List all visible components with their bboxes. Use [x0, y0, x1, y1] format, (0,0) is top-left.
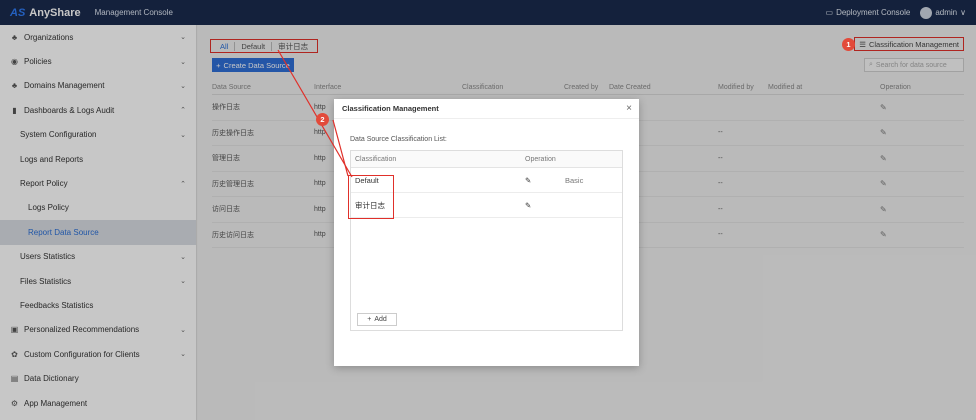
step-marker-2: 2 [316, 113, 329, 126]
arrow-line [277, 49, 353, 178]
step-marker-1: 1 [842, 38, 855, 51]
annotation-arrows [277, 49, 353, 178]
